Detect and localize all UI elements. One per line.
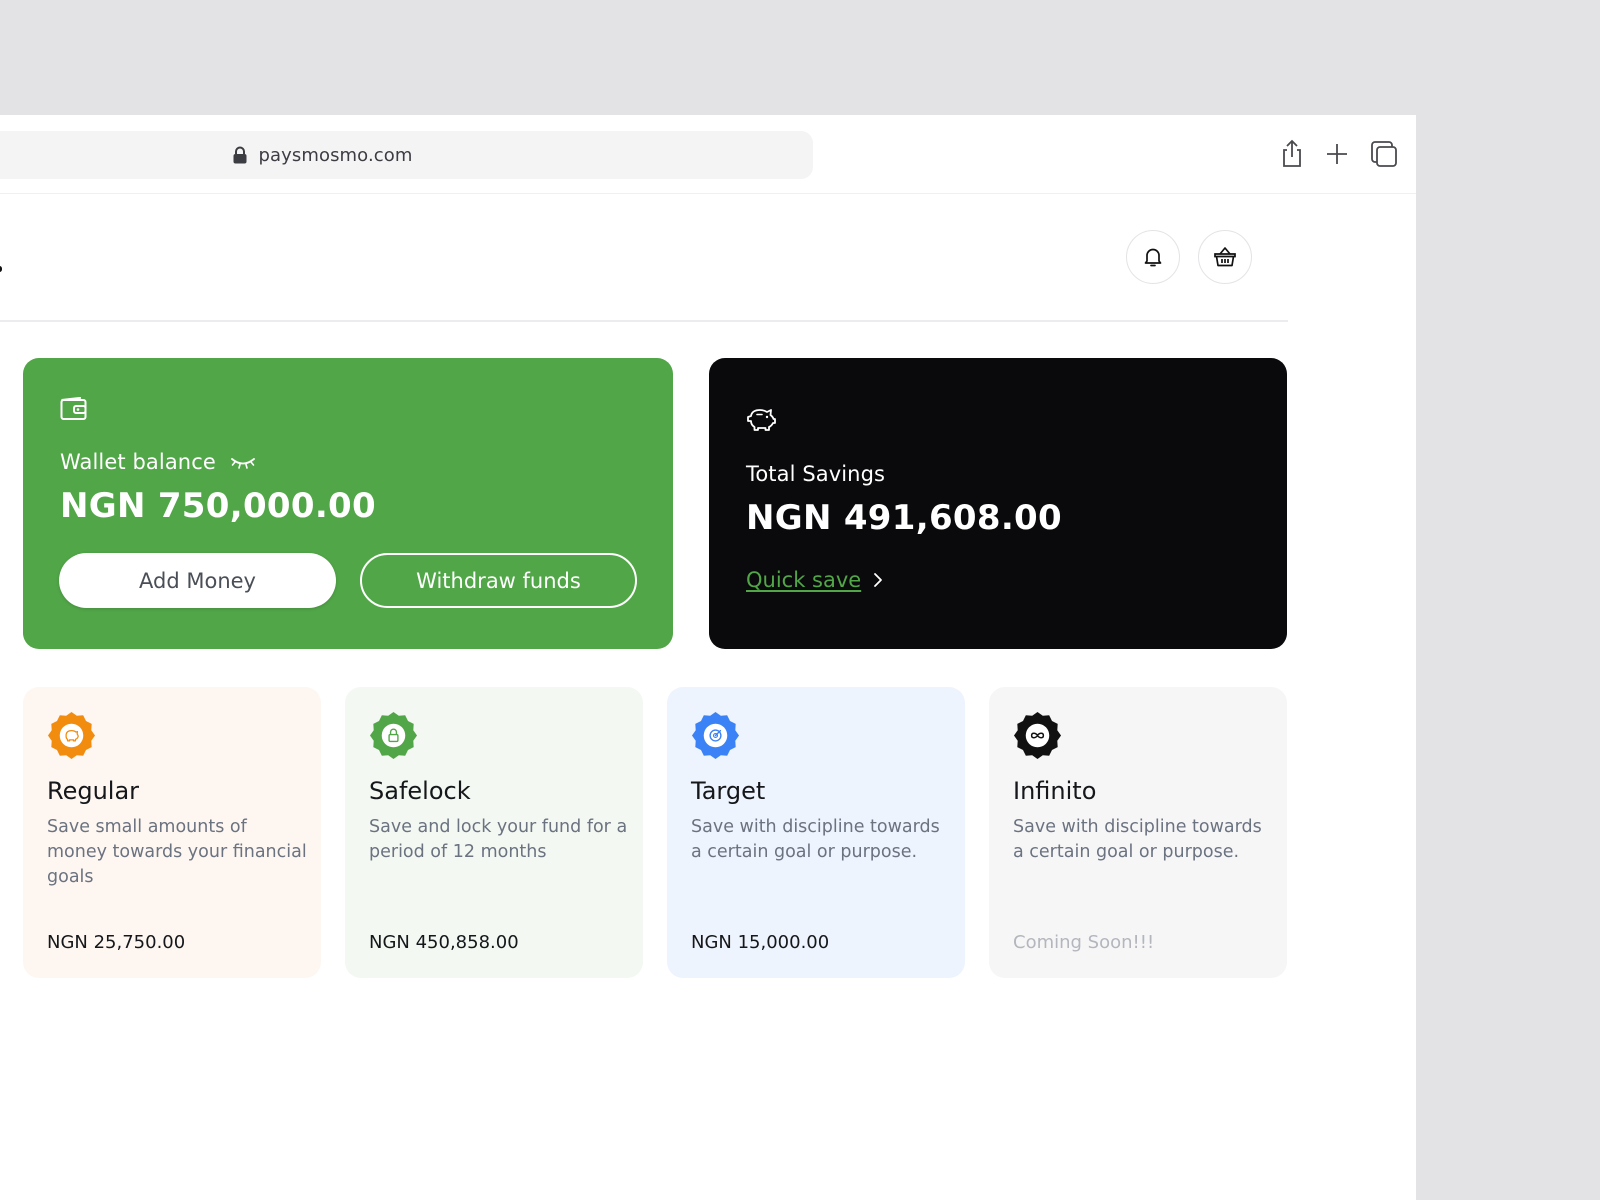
lock-badge-icon — [369, 711, 418, 760]
plan-description: Save and lock your fund for a period of … — [369, 817, 628, 862]
basket-button[interactable] — [1198, 230, 1252, 284]
wallet-balance-label: Wallet balance — [60, 450, 216, 474]
lock-icon — [233, 146, 247, 164]
plan-title: Infinito — [1013, 777, 1097, 805]
plan-title: Regular — [47, 777, 140, 805]
piggy-badge-icon — [47, 711, 96, 760]
target-badge-icon — [691, 711, 740, 760]
eye-closed-icon[interactable] — [230, 454, 256, 470]
plan-card-regular[interactable]: Regular Save small amounts of money towa… — [23, 687, 321, 978]
side-panel — [1290, 194, 1416, 1200]
total-savings-label: Total Savings — [746, 462, 886, 486]
withdraw-funds-button[interactable]: Withdraw funds — [360, 553, 637, 608]
plan-amount: NGN 25,750.00 — [47, 932, 186, 953]
notifications-button[interactable] — [1126, 230, 1180, 284]
plan-description: Save with discipline towards a certain g… — [691, 817, 940, 862]
plan-card-target[interactable]: Target Save with discipline towards a ce… — [667, 687, 965, 978]
new-tab-icon[interactable] — [1320, 137, 1354, 171]
infinity-badge-icon — [1013, 711, 1062, 760]
add-money-button[interactable]: Add Money — [59, 553, 336, 608]
wallet-icon — [60, 397, 87, 420]
plan-title: Target — [691, 777, 766, 805]
bell-icon — [1144, 248, 1162, 267]
browser-toolbar: paysmosmo.com — [0, 115, 1416, 194]
plan-description: Save small amounts of money towards your… — [47, 817, 307, 887]
total-savings-amount: NGN 491,608.00 — [746, 498, 1062, 538]
address-bar[interactable]: paysmosmo.com — [0, 131, 813, 179]
browser-window: paysmosmo.com Wallet balance NGN 750,000… — [0, 115, 1416, 1200]
chevron-right-icon — [874, 573, 883, 587]
plan-card-infinito[interactable]: Infinito Save with discipline towards a … — [989, 687, 1287, 978]
total-savings-card: Total Savings NGN 491,608.00 Quick save — [709, 358, 1287, 649]
tabs-overview-icon[interactable] — [1367, 137, 1401, 171]
plan-amount: NGN 15,000.00 — [691, 932, 830, 953]
app-page: Wallet balance NGN 750,000.00 Add Money … — [0, 194, 1290, 1200]
plan-title: Safelock — [369, 777, 471, 805]
url-text: paysmosmo.com — [258, 144, 413, 166]
quick-save-link[interactable]: Quick save — [746, 568, 883, 592]
quick-save-label[interactable]: Quick save — [746, 568, 861, 592]
plan-amount: NGN 450,858.00 — [369, 932, 519, 953]
header-edge-mark — [0, 266, 2, 272]
plan-description: Save with discipline towards a certain g… — [1013, 817, 1262, 862]
plan-card-safelock[interactable]: Safelock Save and lock your fund for a p… — [345, 687, 643, 978]
basket-icon — [1214, 247, 1236, 267]
wallet-card: Wallet balance NGN 750,000.00 Add Money … — [23, 358, 673, 649]
share-icon[interactable] — [1275, 137, 1309, 171]
wallet-balance-amount: NGN 750,000.00 — [60, 486, 376, 526]
plan-status: Coming Soon!!! — [1013, 932, 1155, 953]
app-header — [0, 194, 1288, 322]
piggy-bank-icon — [747, 409, 776, 431]
